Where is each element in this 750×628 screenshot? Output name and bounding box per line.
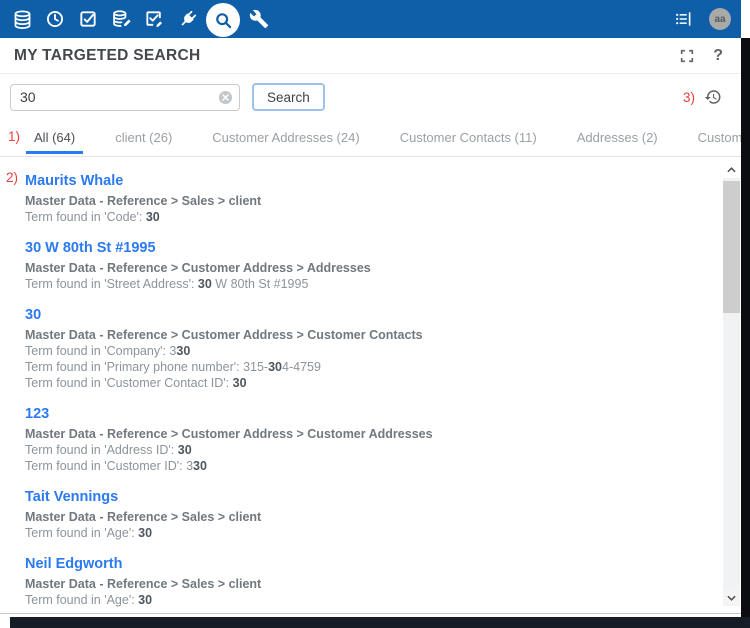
app-window: aa MY TARGETED SEARCH ? xyxy=(0,0,741,614)
screen: aa MY TARGETED SEARCH ? xyxy=(0,0,750,628)
tabs-row: 1) All (64) client (26) Customer Addresses… xyxy=(0,126,741,157)
title-bar: MY TARGETED SEARCH ? xyxy=(0,38,741,74)
result-item: 123 Master Data - Reference > Customer Ad… xyxy=(25,404,707,474)
tab-customer-addresses-24[interactable]: Customer Addresses (24) xyxy=(204,126,367,154)
result-item: Maurits Whale Master Data - Reference > S… xyxy=(25,171,707,225)
result-title-link[interactable]: Tait Vennings xyxy=(25,487,118,507)
result-item: Tait Vennings Master Data - Reference > S… xyxy=(25,487,707,541)
search-active-circle[interactable] xyxy=(206,3,240,37)
tab-addresses-2[interactable]: Addresses (2) xyxy=(569,126,666,154)
plug-icon[interactable] xyxy=(175,7,199,31)
tabs: All (64) client (26) Customer Addresses (2… xyxy=(26,126,750,154)
result-term-line: Term found in 'Age': 30 xyxy=(25,525,707,541)
help-icon[interactable]: ? xyxy=(713,47,723,65)
result-breadcrumb: Master Data - Reference > Sales > client xyxy=(25,193,707,209)
avatar[interactable]: aa xyxy=(709,8,731,30)
annotation-1: 1) xyxy=(8,129,20,144)
scrollbar-down-arrow[interactable] xyxy=(723,590,740,606)
search-row: Search 3) xyxy=(0,74,741,120)
results-panel: 2) Maurits Whale Master Data - Reference … xyxy=(0,158,741,612)
result-breadcrumb: Master Data - Reference > Customer Addre… xyxy=(25,426,707,442)
result-term-line: Term found in 'Address ID': 30 xyxy=(25,442,707,458)
result-breadcrumb: Master Data - Reference > Customer Addre… xyxy=(25,260,707,276)
result-breadcrumb: Master Data - Reference > Sales > client xyxy=(25,509,707,525)
search-input[interactable] xyxy=(10,84,240,111)
tab-all-64[interactable]: All (64) xyxy=(26,126,83,154)
result-title-link[interactable]: 30 xyxy=(25,305,41,325)
annotation-3: 3) xyxy=(683,90,695,105)
page-background-right xyxy=(741,38,750,628)
result-item: Neil Edgworth Master Data - Reference > S… xyxy=(25,554,707,608)
wrench-icon[interactable] xyxy=(247,7,271,31)
clear-input-icon[interactable] xyxy=(218,90,233,105)
scrollbar-up-arrow[interactable] xyxy=(723,162,740,178)
result-item: 30 Master Data - Reference > Customer Add… xyxy=(25,305,707,391)
result-item: 30 W 80th St #1995 Master Data - Referenc… xyxy=(25,238,707,292)
result-title-link[interactable]: Maurits Whale xyxy=(25,171,123,191)
result-term-line: Term found in 'Age': 30 xyxy=(25,592,707,608)
annotation-2: 2) xyxy=(6,170,18,185)
result-breadcrumb: Master Data - Reference > Sales > client xyxy=(25,576,707,592)
tab-client-26[interactable]: client (26) xyxy=(107,126,180,154)
scrollbar-thumb[interactable] xyxy=(723,181,740,313)
database-icon[interactable] xyxy=(10,7,34,31)
task-check-icon[interactable] xyxy=(76,7,100,31)
history-icon[interactable] xyxy=(704,88,722,106)
page-title: MY TARGETED SEARCH xyxy=(14,47,201,65)
result-term-line: Term found in 'Code': 30 xyxy=(25,209,707,225)
search-icon xyxy=(213,10,234,31)
page-background-bottom xyxy=(10,617,750,628)
result-breadcrumb: Master Data - Reference > Customer Addre… xyxy=(25,327,707,343)
search-button[interactable]: Search xyxy=(252,83,325,111)
result-title-link[interactable]: 30 W 80th St #1995 xyxy=(25,238,156,258)
list-icon[interactable] xyxy=(671,7,695,31)
result-term-line: Term found in 'Street Address': 30 W 80t… xyxy=(25,276,707,292)
result-title-link[interactable]: 123 xyxy=(25,404,49,424)
fullscreen-icon[interactable] xyxy=(679,48,695,64)
topbar: aa xyxy=(0,0,741,38)
task-edit-icon[interactable] xyxy=(142,7,166,31)
result-term-line: Term found in 'Customer ID': 330 xyxy=(25,458,707,474)
tab-customer-contacts-11[interactable]: Customer Contacts (11) xyxy=(392,126,545,154)
results-list: Maurits Whale Master Data - Reference > S… xyxy=(25,171,707,612)
result-title-link[interactable]: Neil Edgworth xyxy=(25,554,122,574)
result-term-line: Term found in 'Customer Contact ID': 30 xyxy=(25,375,707,391)
scrollbar[interactable] xyxy=(723,162,740,606)
result-term-line: Term found in 'Primary phone number': 31… xyxy=(25,359,707,375)
result-term-line: Term found in 'Company': 330 xyxy=(25,343,707,359)
database-edit-icon[interactable] xyxy=(109,7,133,31)
clock-icon[interactable] xyxy=(43,7,67,31)
